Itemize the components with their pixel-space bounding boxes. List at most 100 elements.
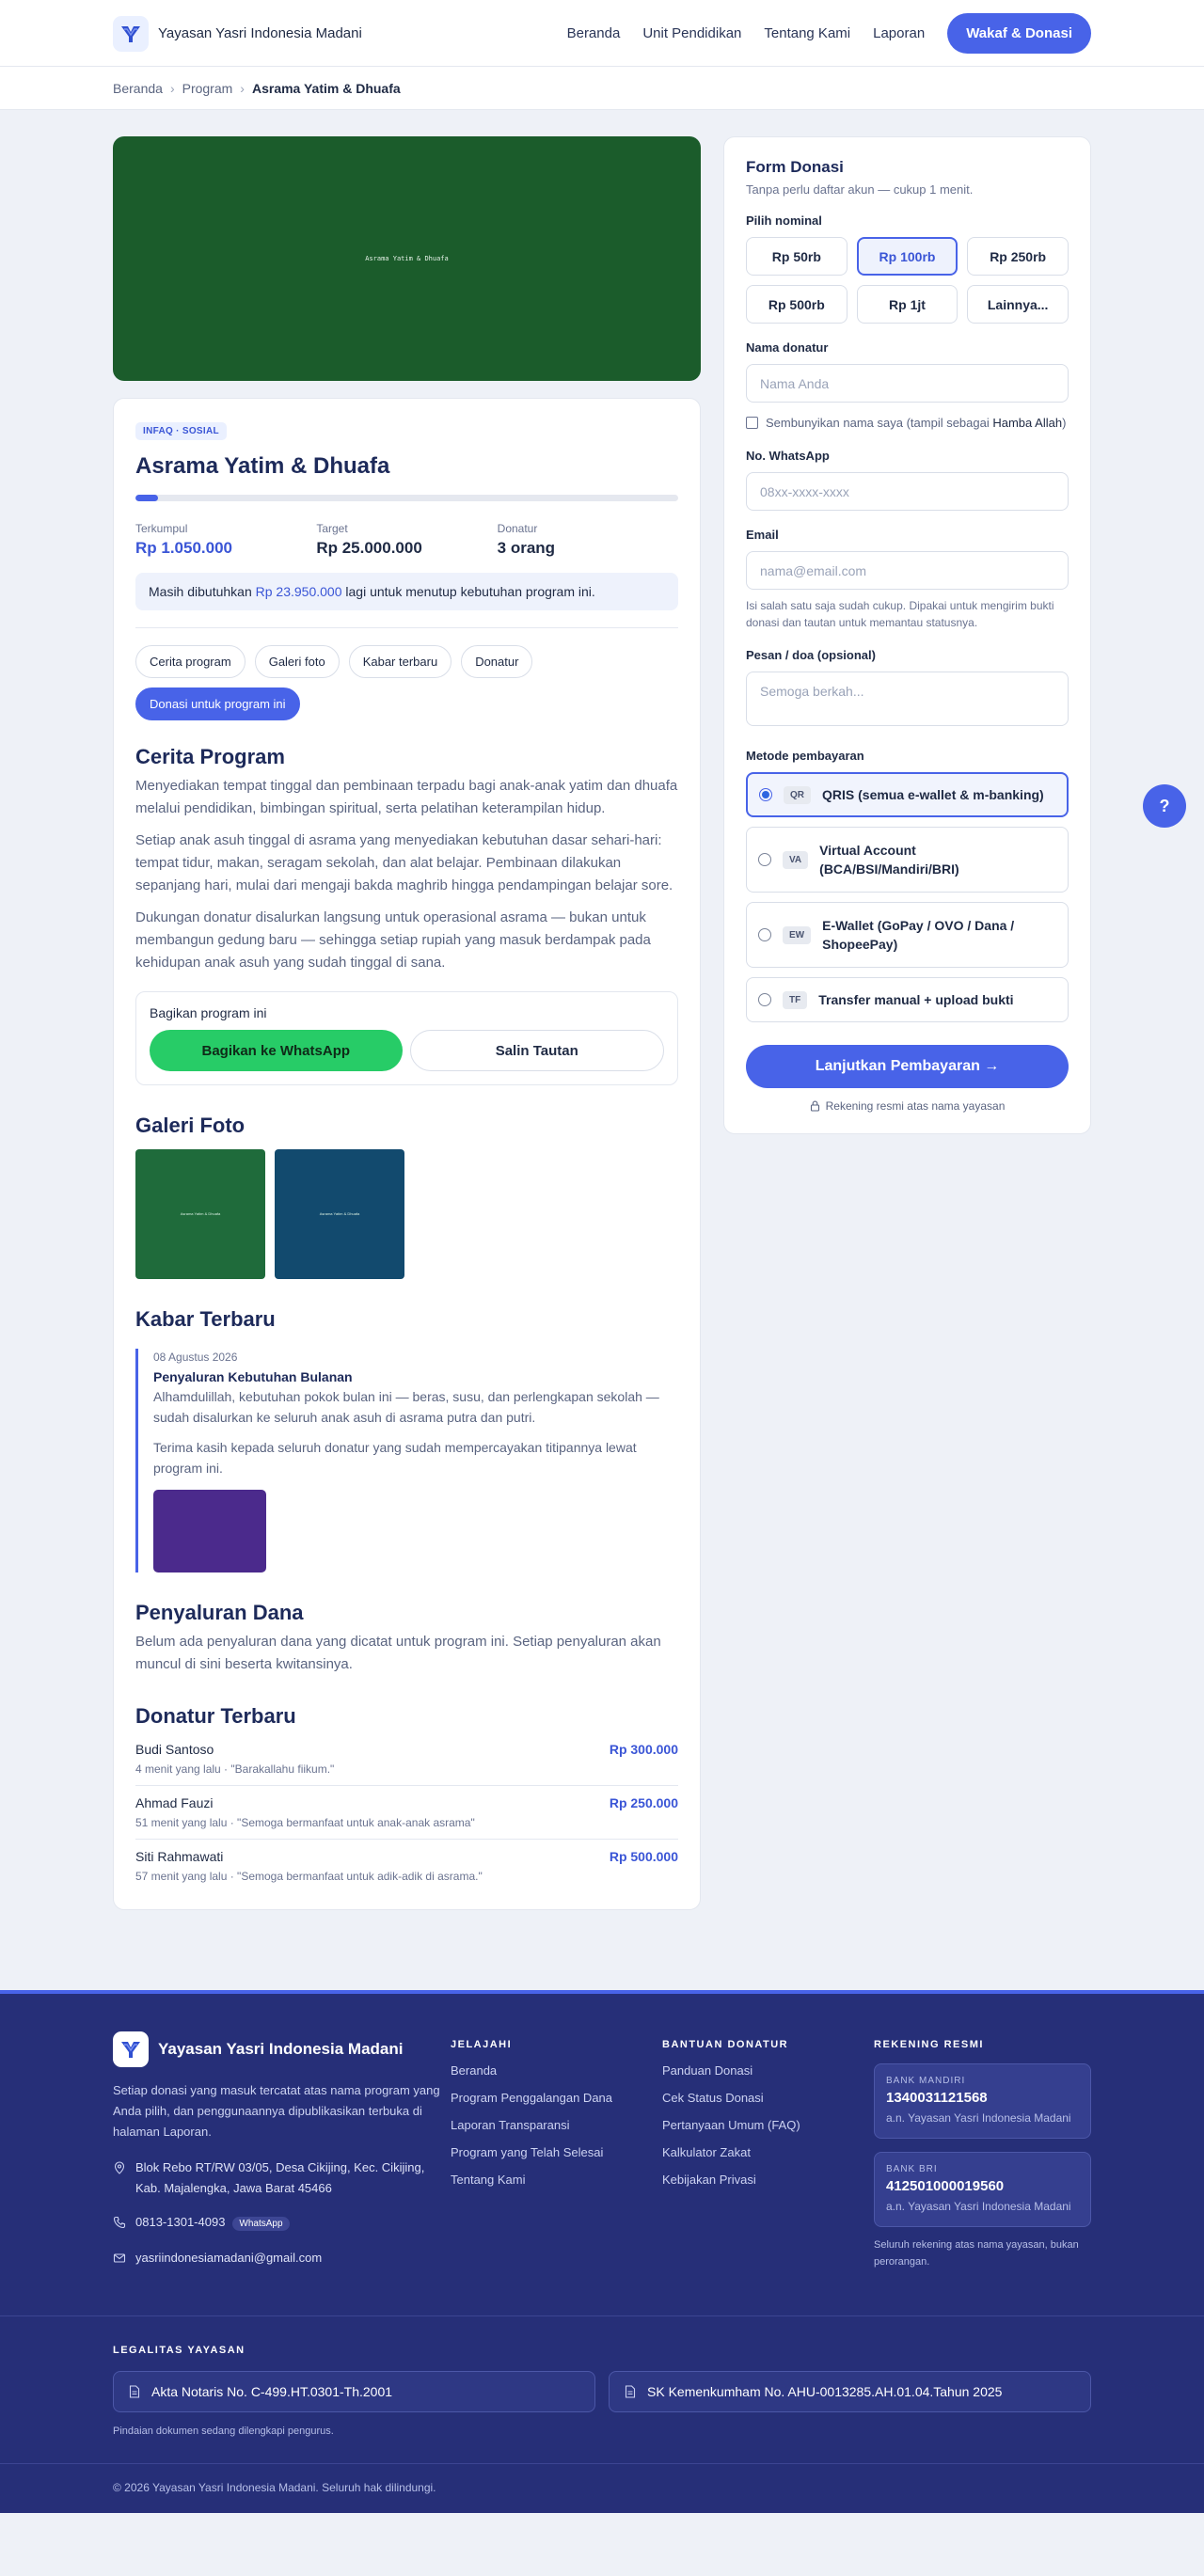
- footer-link-panduan[interactable]: Panduan Donasi: [662, 2063, 874, 2078]
- bank-account-card: BANK BRI 412501000019560 a.n. Yayasan Ya…: [874, 2152, 1091, 2227]
- message-textarea[interactable]: Semoga berkah...: [746, 672, 1069, 726]
- share-box: Bagikan program ini Bagikan ke WhatsApp …: [135, 991, 678, 1085]
- gallery-photo[interactable]: Asrama Yatim & Dhuafa: [275, 1149, 404, 1279]
- story-paragraph: Dukungan donatur disalurkan langsung unt…: [135, 909, 651, 971]
- payment-option-label: E-Wallet (GoPay / OVO / Dana / ShopeePay…: [822, 918, 1015, 952]
- stat-label: Terkumpul: [135, 522, 188, 535]
- amount-option-100rb[interactable]: Rp 100rb: [856, 237, 958, 276]
- footer-heading: BANTUAN DONATUR: [662, 2039, 789, 2050]
- account-number[interactable]: 1340031121568: [886, 2090, 1079, 2106]
- funding-progress-fill: [135, 495, 159, 501]
- amount-option-other[interactable]: Lainnya...: [967, 285, 1069, 324]
- legal-document[interactable]: Akta Notaris No. C-499.HT.0301-Th.2001: [113, 2371, 595, 2412]
- footer-help: BANTUAN DONATUR Panduan Donasi Cek Statu…: [662, 2031, 874, 2270]
- footer-link-kalkulator[interactable]: Kalkulator Zakat: [662, 2145, 874, 2159]
- whatsapp-input[interactable]: 08xx-xxxx-xxxx: [746, 472, 1069, 511]
- anonymous-option[interactable]: Sembunyikan nama saya (tampil sebagai Ha…: [746, 414, 1069, 432]
- funding-progress-bar: [135, 495, 678, 501]
- footer-explore: JELAJAHI Beranda Program Penggalangan Da…: [451, 2031, 662, 2270]
- amount-options: Rp 50rb Rp 100rb Rp 250rb Rp 500rb Rp 1j…: [746, 237, 1069, 324]
- footer-description: Setiap donasi yang masuk tercatat atas n…: [113, 2083, 440, 2139]
- divider: [135, 627, 678, 628]
- radio-selected[interactable]: [759, 788, 772, 801]
- bank-name: BANK MANDIRI: [886, 2076, 966, 2086]
- photo-caption: Asrama Yatim & Dhuafa: [180, 1211, 221, 1216]
- footer-link-cek-status[interactable]: Cek Status Donasi: [662, 2091, 874, 2105]
- footer-link-laporan[interactable]: Laporan Transparansi: [451, 2118, 662, 2132]
- radio-unselected[interactable]: [758, 993, 771, 1006]
- stat-value: Rp 1.050.000: [135, 539, 233, 557]
- lock-icon: [810, 1100, 819, 1112]
- needed-amount: Rp 23.950.000: [255, 584, 342, 599]
- secure-note: Rekening resmi atas nama yayasan: [746, 1099, 1069, 1113]
- donor-name-input[interactable]: Nama Anda: [746, 364, 1069, 403]
- donation-form: Form Donasi Tanpa perlu daftar akun — cu…: [723, 136, 1091, 1134]
- payment-option-qris[interactable]: QR QRIS (semua e-wallet & m-banking): [746, 772, 1069, 817]
- needed-prefix: Masih dibutuhkan: [149, 584, 256, 599]
- footer-link-beranda[interactable]: Beranda: [451, 2063, 662, 2078]
- breadcrumb-program[interactable]: Program: [182, 81, 233, 96]
- footer-link-program[interactable]: Program Penggalangan Dana: [451, 2091, 662, 2105]
- phone-icon: [113, 2216, 126, 2229]
- donate-program-button[interactable]: Donasi untuk program ini: [135, 687, 300, 720]
- nav-tentang-kami[interactable]: Tentang Kami: [764, 25, 850, 41]
- footer-heading: REKENING RESMI: [874, 2039, 984, 2050]
- payment-method-label: Metode pembayaran: [746, 749, 864, 763]
- amount-option-250rb[interactable]: Rp 250rb: [967, 237, 1069, 276]
- footer-link-privasi[interactable]: Kebijakan Privasi: [662, 2173, 874, 2187]
- share-actions: Bagikan ke WhatsApp Salin Tautan: [150, 1030, 664, 1071]
- radio-unselected[interactable]: [758, 928, 771, 941]
- site-footer: Yayasan Yasri Indonesia Madani Setiap do…: [0, 1990, 1204, 2513]
- email-input[interactable]: nama@email.com: [746, 551, 1069, 590]
- form-subtitle: Tanpa perlu daftar akun — cukup 1 menit.: [746, 182, 974, 197]
- nav-laporan[interactable]: Laporan: [873, 25, 925, 41]
- email-link[interactable]: yasriindonesiamadani@gmail.com: [135, 2248, 322, 2268]
- donor-name: Siti Rahmawati: [135, 1849, 224, 1864]
- whatsapp-badge: WhatsApp: [232, 2217, 290, 2231]
- legal-heading: LEGALITAS YAYASAN: [113, 2345, 246, 2356]
- foundation-logo-icon: [113, 2031, 149, 2067]
- footer-link-selesai[interactable]: Program yang Telah Selesai: [451, 2145, 662, 2159]
- main-nav: Beranda Unit Pendidikan Tentang Kami Lap…: [567, 13, 1091, 54]
- account-number[interactable]: 412501000019560: [886, 2178, 1079, 2194]
- anonymous-checkbox[interactable]: [746, 417, 758, 429]
- program-title: Asrama Yatim & Dhuafa: [135, 453, 390, 479]
- tab-donatur[interactable]: Donatur: [461, 645, 533, 678]
- tab-kabar-terbaru[interactable]: Kabar terbaru: [348, 645, 452, 678]
- news-photo[interactable]: [153, 1490, 266, 1572]
- footer-link-tentang[interactable]: Tentang Kami: [451, 2173, 662, 2187]
- continue-payment-button[interactable]: Lanjutkan Pembayaran →: [746, 1045, 1069, 1088]
- photo-gallery: Asrama Yatim & Dhuafa Asrama Yatim & Dhu…: [135, 1149, 678, 1279]
- legal-document[interactable]: SK Kemenkumham No. AHU-0013285.AH.01.04.…: [609, 2371, 1091, 2412]
- help-button[interactable]: ?: [1143, 784, 1186, 828]
- copyright: © 2026 Yayasan Yasri Indonesia Madani. S…: [113, 2481, 436, 2494]
- tab-galeri-foto[interactable]: Galeri foto: [254, 645, 340, 678]
- nav-unit-pendidikan[interactable]: Unit Pendidikan: [642, 25, 741, 41]
- gallery-photo[interactable]: Asrama Yatim & Dhuafa: [135, 1149, 265, 1279]
- amount-option-1jt[interactable]: Rp 1jt: [856, 285, 958, 324]
- phone-link[interactable]: 0813-1301-4093: [135, 2215, 225, 2229]
- stat-value: 3 orang: [497, 539, 556, 557]
- radio-unselected[interactable]: [758, 853, 771, 866]
- wakaf-donasi-button[interactable]: Wakaf & Donasi: [947, 13, 1091, 54]
- payment-option-ewallet[interactable]: EW E-Wallet (GoPay / OVO / Dana / Shopee…: [746, 902, 1069, 968]
- payment-option-va[interactable]: VA Virtual Account (BCA/BSI/Mandiri/BRI): [746, 827, 1069, 893]
- payment-option-transfer[interactable]: TF Transfer manual + upload bukti: [746, 977, 1069, 1022]
- nav-beranda[interactable]: Beranda: [567, 25, 621, 41]
- distribution-title: Penyaluran Dana: [135, 1601, 304, 1624]
- address-text: Blok Rebo RT/RW 03/05, Desa Cikijing, Ke…: [135, 2160, 425, 2195]
- copy-link-button[interactable]: Salin Tautan: [409, 1030, 664, 1071]
- footer-link-faq[interactable]: Pertanyaan Umum (FAQ): [662, 2118, 874, 2132]
- legal-document-label: Akta Notaris No. C-499.HT.0301-Th.2001: [151, 2384, 393, 2399]
- site-header: Yayasan Yasri Indonesia Madani Beranda U…: [0, 0, 1204, 67]
- section-tabs: Cerita program Galeri foto Kabar terbaru…: [135, 645, 678, 720]
- footer-columns: Yayasan Yasri Indonesia Madani Setiap do…: [113, 1994, 1091, 2315]
- brand-link[interactable]: Yayasan Yasri Indonesia Madani: [113, 15, 362, 52]
- news-title: Kabar Terbaru: [135, 1307, 276, 1331]
- amount-option-500rb[interactable]: Rp 500rb: [746, 285, 848, 324]
- breadcrumb-beranda[interactable]: Beranda: [113, 81, 163, 96]
- amount-option-50rb[interactable]: Rp 50rb: [746, 237, 848, 276]
- share-whatsapp-button[interactable]: Bagikan ke WhatsApp: [150, 1030, 403, 1071]
- tab-cerita-program[interactable]: Cerita program: [135, 645, 246, 678]
- footer-email: yasriindonesiamadani@gmail.com: [113, 2248, 451, 2268]
